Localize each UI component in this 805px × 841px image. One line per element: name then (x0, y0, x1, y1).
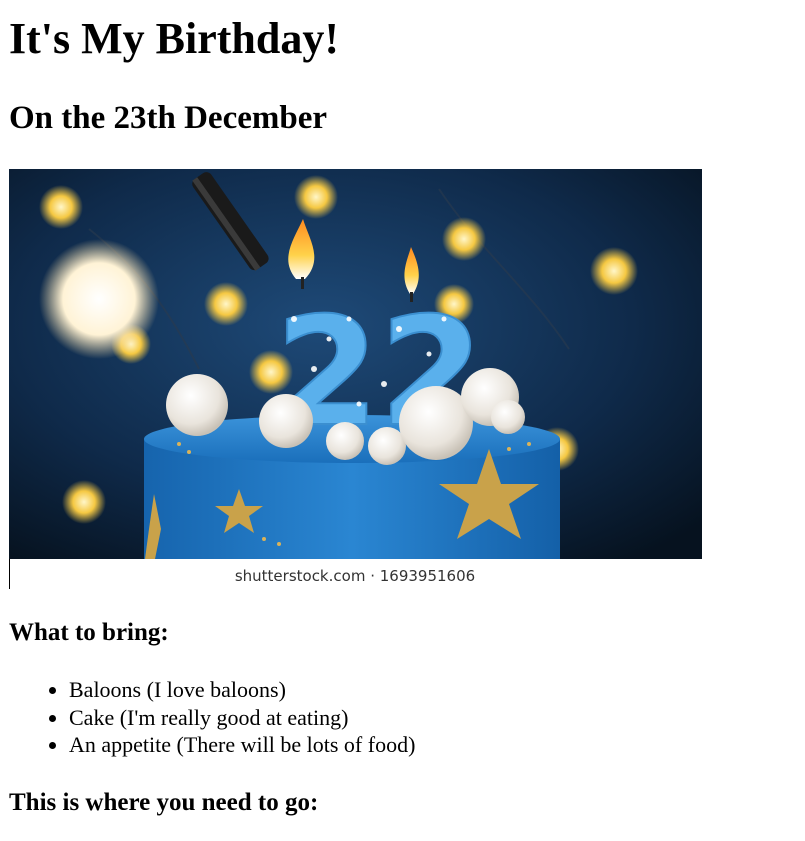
page-subtitle: On the 23th December (9, 100, 328, 136)
page-title: It's My Birthday! (9, 14, 339, 63)
list-item: Baloons (I love baloons) (69, 676, 415, 704)
what-to-bring-heading: What to bring: (9, 619, 169, 646)
list-item: An appetite (There will be lots of food) (69, 731, 415, 759)
watermark-caption: shutterstock.com · 1693951606 (235, 567, 475, 585)
bring-list: Baloons (I love baloons) Cake (I'm reall… (9, 676, 415, 759)
list-item: Cake (I'm really good at eating) (69, 704, 415, 732)
birthday-cake-image: 22 shutterstock.com · 1693951606 (9, 169, 702, 589)
directions-heading: This is where you need to go: (9, 789, 319, 816)
